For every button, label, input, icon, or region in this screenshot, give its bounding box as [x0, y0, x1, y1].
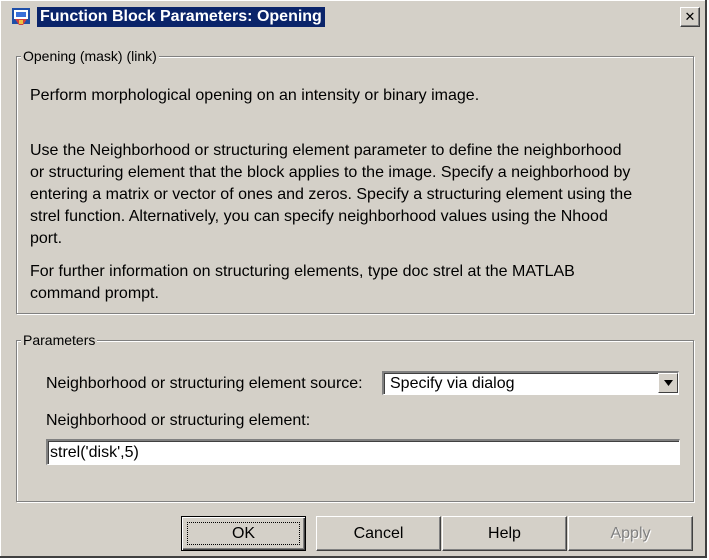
description-line: For further information on structuring e…	[30, 263, 575, 280]
element-input[interactable]: strel('disk',5)	[46, 439, 680, 465]
description-line: Perform morphological opening on an inte…	[30, 87, 480, 104]
cancel-button-label: Cancel	[353, 525, 404, 542]
chevron-down-icon	[664, 380, 673, 386]
dialog-window: Function Block Parameters: Opening ✕ Ope…	[0, 0, 707, 558]
help-button[interactable]: Help	[442, 516, 567, 551]
description-line: port.	[30, 230, 63, 247]
source-select-value: Specify via dialog	[390, 375, 515, 392]
close-icon: ✕	[684, 10, 696, 25]
source-select[interactable]: Specify via dialog	[382, 371, 679, 395]
element-label: Neighborhood or structuring element:	[46, 412, 311, 429]
description-line: command prompt.	[30, 285, 159, 302]
description-line: strel function. Alternatively, you can s…	[30, 208, 608, 225]
parameters-group-legend: Parameters	[21, 332, 98, 348]
title-bar[interactable]: Function Block Parameters: Opening ✕	[3, 3, 702, 31]
ok-button[interactable]: OK	[181, 516, 306, 551]
source-label: Neighborhood or structuring element sour…	[46, 375, 363, 392]
window-title: Function Block Parameters: Opening	[37, 7, 325, 27]
description-group-legend: Opening (mask) (link)	[21, 48, 159, 64]
focus-ring	[187, 522, 300, 545]
description-line: entering a matrix or vector of ones and …	[30, 186, 633, 203]
simulink-block-icon	[11, 6, 31, 26]
close-button[interactable]: ✕	[680, 7, 700, 27]
element-input-value: strel('disk',5)	[50, 444, 139, 461]
description-line: Use the Neighborhood or structuring elem…	[30, 142, 622, 159]
dropdown-arrow-button[interactable]	[658, 373, 678, 393]
apply-button-label: Apply	[610, 525, 651, 542]
description-line: or structuring element that the block ap…	[30, 164, 631, 181]
cancel-button[interactable]: Cancel	[316, 516, 441, 551]
apply-button: Apply	[568, 516, 693, 551]
help-button-label: Help	[488, 525, 521, 542]
